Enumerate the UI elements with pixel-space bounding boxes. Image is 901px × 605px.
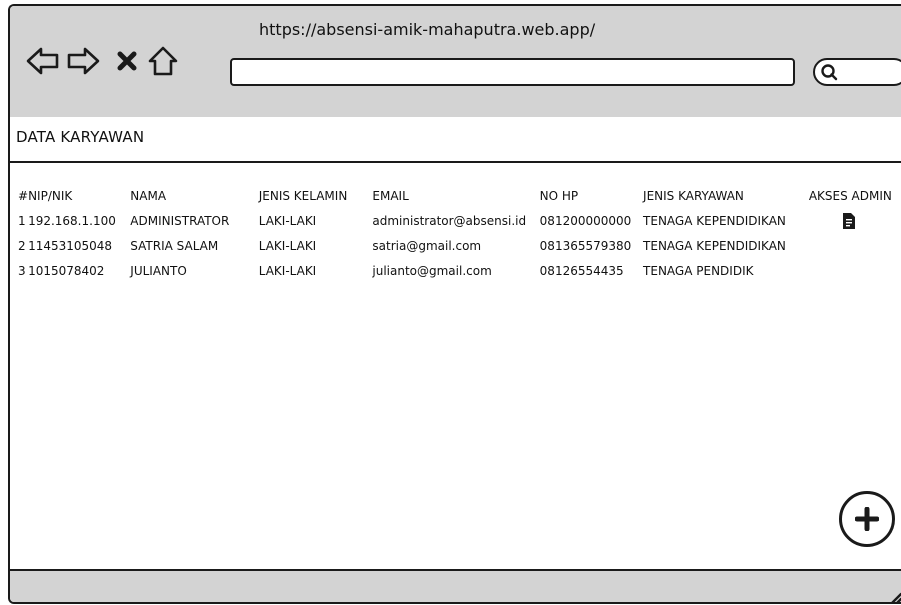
cell-nama: JULIANTO [130, 263, 187, 278]
browser-toolbar: https://absensi-amik-mahaputra.web.app/ [10, 6, 901, 119]
column-header-email: EMAIL [372, 189, 409, 203]
plus-icon [855, 507, 879, 531]
close-icon[interactable] [110, 44, 144, 78]
home-icon[interactable] [146, 44, 180, 78]
table-row[interactable]: 3 1015078402 JULIANTO LAKI-LAKI julianto… [18, 258, 901, 283]
cell-jenis-karyawan: TENAGA PENDIDIK [643, 263, 754, 278]
cell-akses-admin [809, 208, 901, 233]
page-header: DATA KARYAWAN [10, 117, 901, 163]
resize-grip-icon[interactable] [884, 588, 901, 602]
page-title: DATA KARYAWAN [16, 128, 145, 146]
cell-email: satria@gmail.com [372, 238, 482, 253]
cell-jenis-karyawan: TENAGA KEPENDIDIKAN [643, 238, 786, 253]
column-header-number: # [18, 189, 29, 203]
back-arrow-icon[interactable] [26, 44, 60, 78]
column-header-jenis-kelamin: JENIS KELAMIN [258, 189, 348, 203]
column-header-nama: NAMA [130, 189, 167, 203]
cell-nama: ADMINISTRATOR [130, 213, 230, 228]
cell-number: 2 [18, 238, 26, 253]
browser-search-field[interactable] [813, 58, 901, 86]
cell-nama: SATRIA SALAM [130, 238, 219, 253]
cell-jenis-kelamin: LAKI-LAKI [258, 263, 317, 278]
table-row[interactable]: 1 192.168.1.100 ADMINISTRATOR LAKI-LAKI … [18, 208, 901, 233]
cell-jenis-kelamin: LAKI-LAKI [258, 213, 317, 228]
cell-akses-admin [809, 258, 901, 283]
cell-email: julianto@gmail.com [372, 263, 492, 278]
table-row[interactable]: 2 11453105048 SATRIA SALAM LAKI-LAKI sat… [18, 233, 901, 258]
browser-status-bar [10, 569, 901, 602]
employee-table: # NIP/NIK NAMA JENIS KELAMIN EMAIL NO HP… [18, 184, 901, 283]
cell-nip: 1015078402 [28, 263, 105, 278]
address-bar[interactable] [230, 58, 795, 86]
cell-nip: 192.168.1.100 [28, 213, 116, 228]
cell-number: 3 [18, 263, 26, 278]
add-employee-button[interactable] [839, 491, 895, 547]
forward-arrow-icon[interactable] [66, 44, 100, 78]
cell-no-hp: 081200000000 [539, 213, 632, 228]
table-header-row: # NIP/NIK NAMA JENIS KELAMIN EMAIL NO HP… [18, 184, 901, 208]
browser-window: https://absensi-amik-mahaputra.web.app/ [8, 4, 901, 604]
cell-jenis-karyawan: TENAGA KEPENDIDIKAN [643, 213, 786, 228]
cell-number: 1 [18, 213, 26, 228]
cell-no-hp: 08126554435 [539, 263, 624, 278]
url-text: https://absensi-amik-mahaputra.web.app/ [259, 20, 596, 39]
cell-akses-admin [809, 233, 901, 258]
column-header-no-hp: NO HP [539, 189, 579, 203]
column-header-jenis-karyawan: JENIS KARYAWAN [643, 189, 744, 203]
cell-nip: 11453105048 [28, 238, 113, 253]
column-header-nip: NIP/NIK [28, 189, 73, 203]
column-header-akses-admin: AKSES ADMIN [808, 189, 892, 203]
search-icon[interactable] [819, 62, 839, 82]
document-icon[interactable] [842, 212, 855, 229]
cell-no-hp: 081365579380 [539, 238, 632, 253]
cell-email: administrator@absensi.id [372, 213, 527, 228]
cell-jenis-kelamin: LAKI-LAKI [258, 238, 317, 253]
